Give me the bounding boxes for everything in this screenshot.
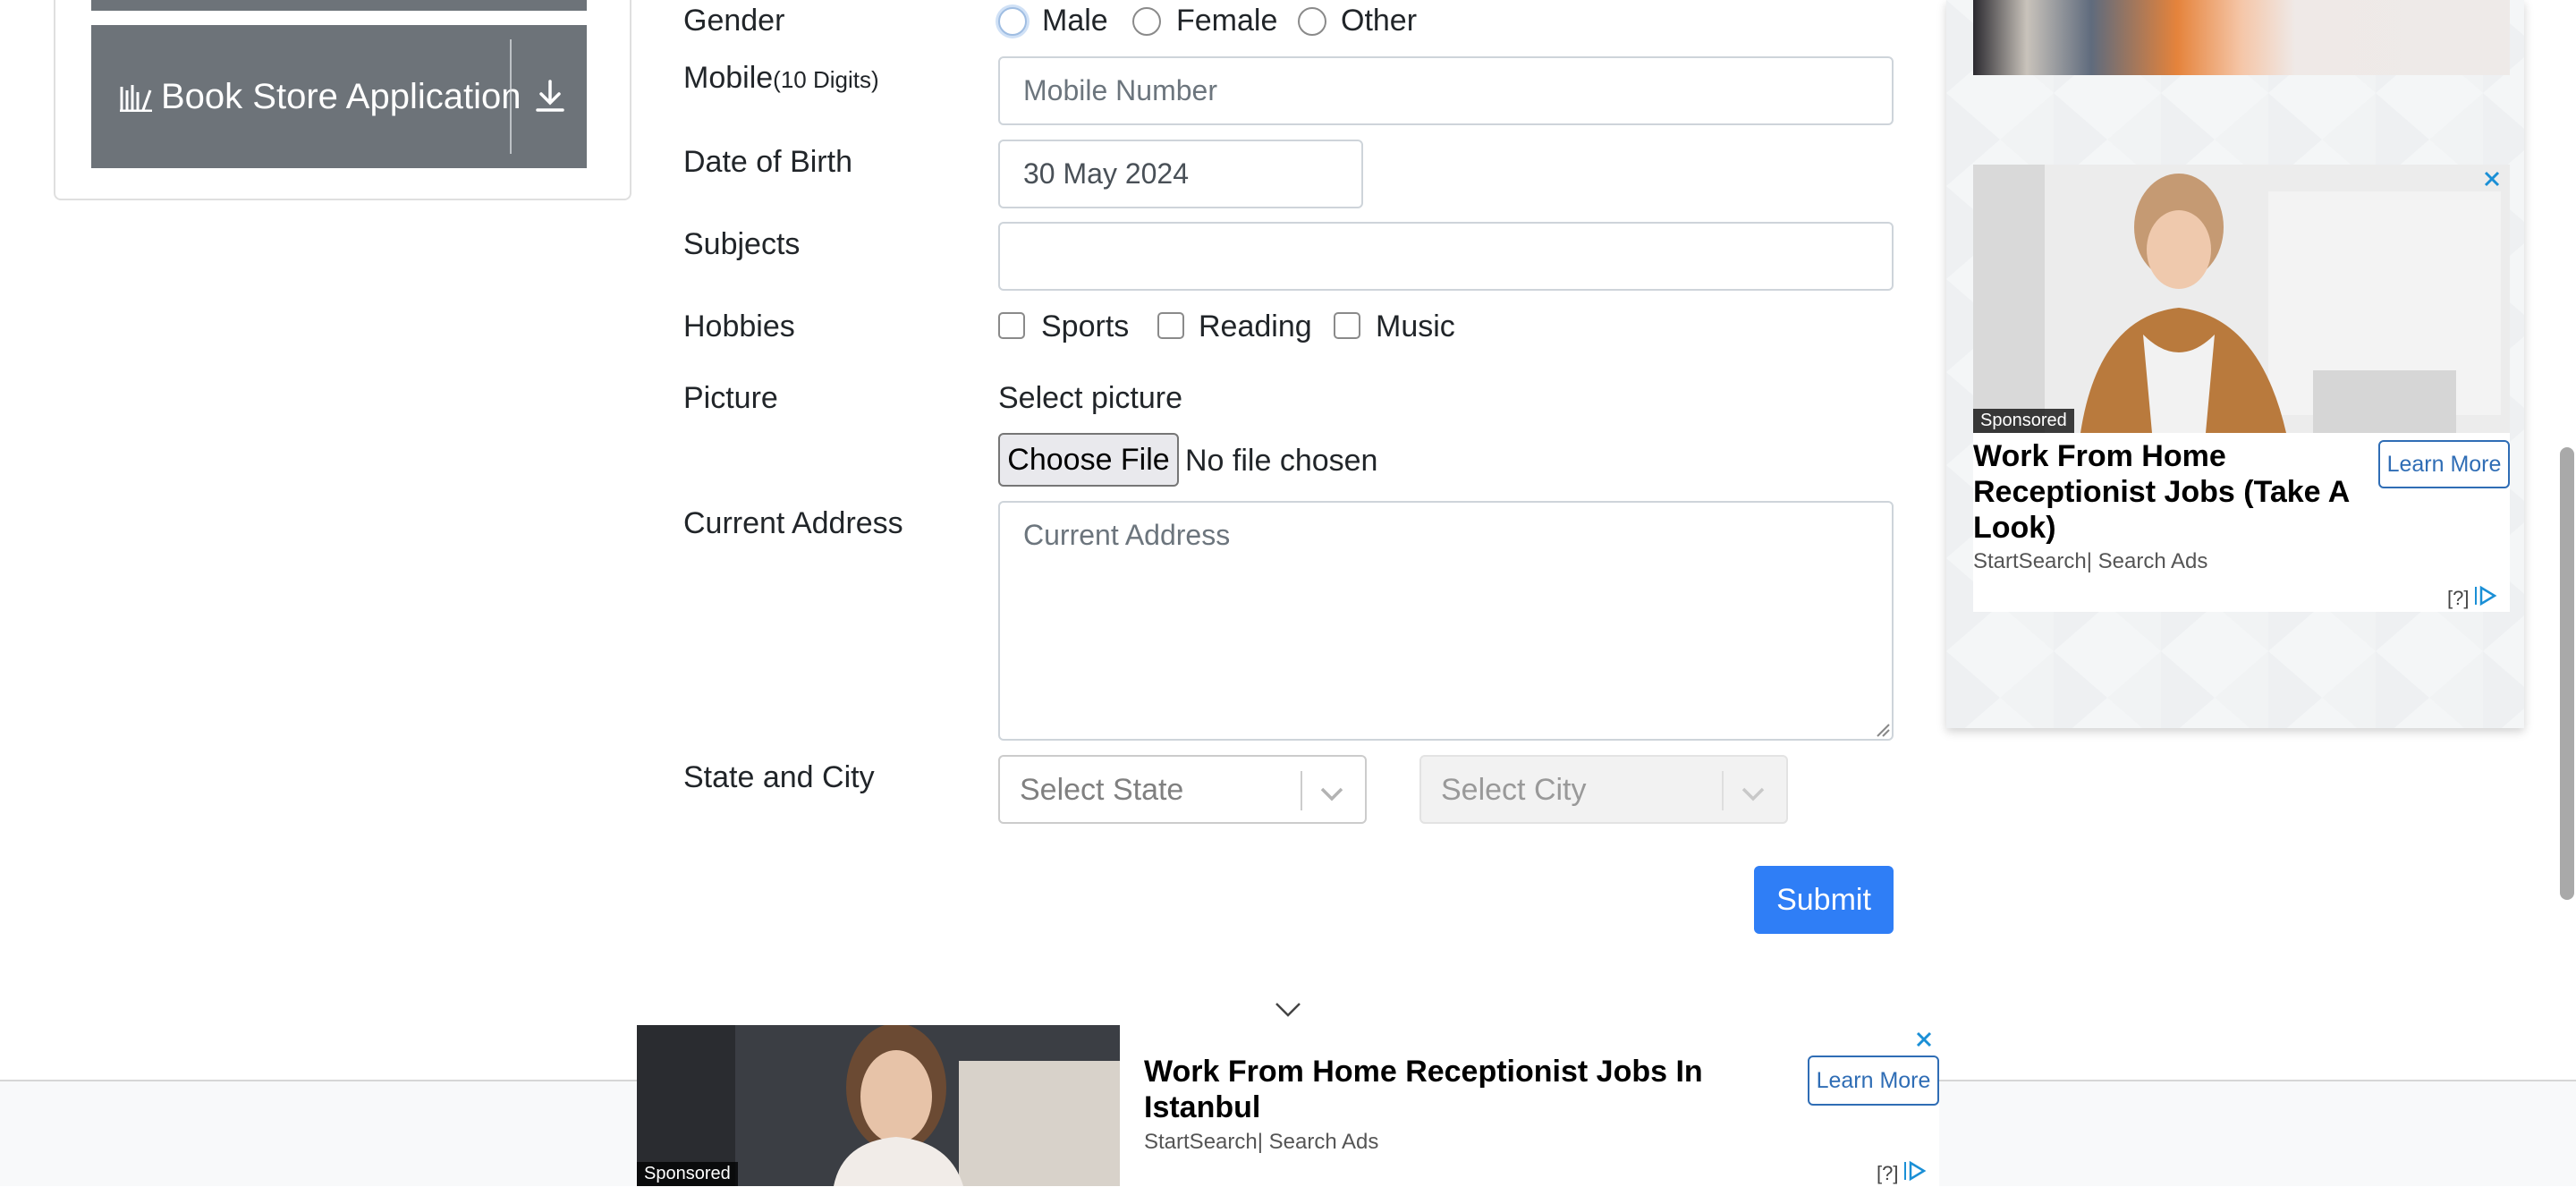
mobile-label: Mobile(10 Digits) <box>683 61 879 96</box>
right-ad-learn-more-button[interactable]: Learn More <box>2378 440 2510 488</box>
picture-label: Picture <box>683 381 778 415</box>
book-store-label: Book Store Application <box>161 76 521 116</box>
adchoices-icon[interactable] <box>2474 585 2497 612</box>
gender-male-radio[interactable] <box>998 7 1027 36</box>
bottom-ad-image[interactable]: Sponsored <box>637 1025 1120 1186</box>
no-file-chosen: No file chosen <box>1185 444 1378 478</box>
mobile-hint: (10 Digits) <box>773 66 879 93</box>
hobby-sports-label[interactable]: Sports <box>1041 309 1129 344</box>
ad-phones-image[interactable] <box>1973 0 2510 75</box>
page-scrollbar[interactable] <box>2560 447 2574 900</box>
bottom-ad-learn-more-button[interactable]: Learn More <box>1808 1056 1939 1106</box>
city-select[interactable]: Select City <box>1419 755 1788 824</box>
right-ad-choices[interactable]: [?] <box>2447 585 2497 612</box>
gender-female-radio[interactable] <box>1132 7 1161 36</box>
sidebar-item-previous[interactable] <box>91 0 587 11</box>
right-ad-card[interactable]: Work From Home Receptionist Jobs (Take A… <box>1973 433 2510 612</box>
right-ad-source: StartSearch| Search Ads <box>1973 549 2208 573</box>
bottom-ad-source: StartSearch| Search Ads <box>1144 1130 1379 1154</box>
bottom-ad-choices[interactable]: [?] <box>1877 1160 1927 1187</box>
mobile-label-text: Mobile <box>683 61 774 95</box>
sponsored-tag: Sponsored <box>637 1162 738 1186</box>
mobile-input[interactable]: Mobile Number <box>998 56 1894 125</box>
books-icon <box>118 81 154 112</box>
gender-male-label[interactable]: Male <box>1042 4 1108 38</box>
gender-other-label[interactable]: Other <box>1341 4 1417 38</box>
chevron-down-icon[interactable] <box>1318 778 1345 813</box>
resize-handle-icon[interactable] <box>1876 723 1890 742</box>
select-picture-label: Select picture <box>998 381 1182 415</box>
state-select-separator <box>1301 771 1302 810</box>
book-store-application-button[interactable]: Book Store Application <box>91 25 587 168</box>
ad-receptionist-image[interactable]: Sponsored <box>1973 165 2510 433</box>
hobby-reading-checkbox[interactable] <box>1157 312 1184 339</box>
state-city-label: State and City <box>683 760 875 794</box>
sponsored-tag: Sponsored <box>1973 409 2074 433</box>
city-placeholder: Select City <box>1441 773 1587 807</box>
chevron-down-icon[interactable] <box>1740 778 1767 813</box>
dob-input[interactable]: 30 May 2024 <box>998 140 1363 208</box>
button-divider <box>510 39 512 154</box>
gender-label: Gender <box>683 4 785 38</box>
state-select[interactable]: Select State <box>998 755 1367 824</box>
gender-female-label[interactable]: Female <box>1176 4 1277 38</box>
subjects-input[interactable] <box>998 222 1894 291</box>
ad-help[interactable]: [?] <box>1877 1162 1898 1185</box>
download-icon[interactable] <box>535 79 565 117</box>
submit-button[interactable]: Submit <box>1754 866 1894 934</box>
state-placeholder: Select State <box>1020 773 1184 807</box>
bottom-ad-title[interactable]: Work From Home Receptionist Jobs In Ista… <box>1144 1054 1716 1125</box>
hobby-reading-label[interactable]: Reading <box>1199 309 1312 344</box>
ad-help[interactable]: [?] <box>2447 587 2469 610</box>
right-ad-title[interactable]: Work From Home Receptionist Jobs (Take A… <box>1973 438 2367 546</box>
close-icon[interactable] <box>2483 170 2501 192</box>
hobby-music-checkbox[interactable] <box>1334 312 1360 339</box>
gender-other-radio[interactable] <box>1298 7 1326 36</box>
adchoices-icon[interactable] <box>1903 1160 1927 1187</box>
dob-label: Date of Birth <box>683 145 852 179</box>
hobbies-label: Hobbies <box>683 309 795 343</box>
hobby-music-label[interactable]: Music <box>1376 309 1455 344</box>
close-icon[interactable] <box>1915 1030 1933 1053</box>
current-address-textarea[interactable]: Current Address <box>998 501 1894 741</box>
current-address-label: Current Address <box>683 506 903 540</box>
choose-file-button[interactable]: Choose File <box>998 433 1179 487</box>
chevron-down-icon[interactable] <box>1274 1000 1302 1024</box>
hobby-sports-checkbox[interactable] <box>998 312 1025 339</box>
subjects-label: Subjects <box>683 227 801 261</box>
city-select-separator <box>1722 771 1724 810</box>
